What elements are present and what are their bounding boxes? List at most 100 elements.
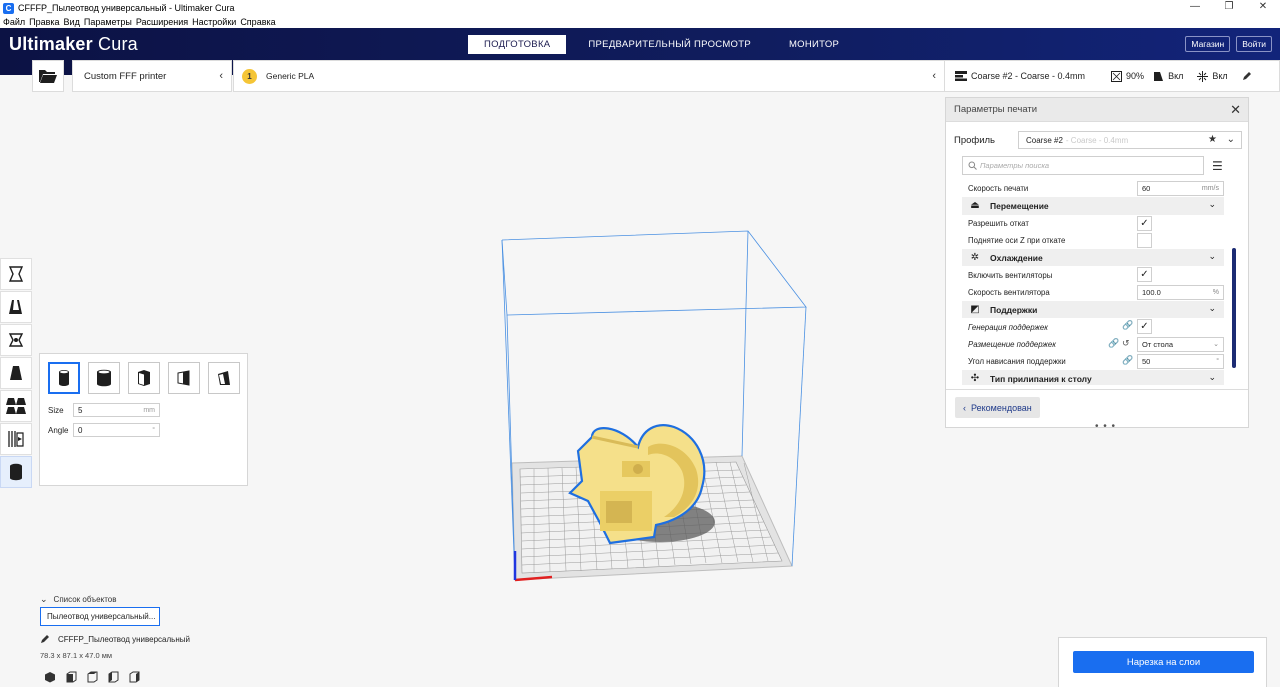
recommended-mode-button[interactable]: ‹ Рекомендован xyxy=(955,397,1040,418)
cylinder-shape-button[interactable] xyxy=(48,362,80,394)
scale-tool-button[interactable] xyxy=(0,291,32,323)
material-selector[interactable]: 1 Generic PLA ‹ xyxy=(233,60,945,92)
rotate-tool-button[interactable] xyxy=(0,324,32,356)
mirror-tool-button[interactable] xyxy=(0,357,32,389)
pencil-icon[interactable] xyxy=(40,634,50,644)
size-input[interactable]: 5 mm xyxy=(73,403,160,417)
cube-icon xyxy=(138,370,150,386)
view-left-button[interactable] xyxy=(103,670,123,684)
z-hop-checkbox[interactable] xyxy=(1137,232,1152,248)
cylinder-icon xyxy=(10,463,22,481)
profile-layers-icon xyxy=(955,71,967,81)
support-gen-checkbox[interactable]: ✓ xyxy=(1137,319,1152,335)
chevron-down-icon: ⌄ xyxy=(40,594,48,604)
3d-viewport[interactable] xyxy=(460,225,820,595)
retraction-checkbox[interactable]: ✓ xyxy=(1137,215,1152,231)
material-name: Generic PLA xyxy=(266,71,315,81)
profile-label: Профиль xyxy=(954,134,996,146)
fan-speed-input[interactable]: 100.0% xyxy=(1137,284,1224,300)
menu-settings[interactable]: Параметры xyxy=(84,17,132,27)
support-placement-dropdown[interactable]: От стола ⌄ xyxy=(1137,336,1224,352)
angle-input[interactable]: 0 ° xyxy=(73,423,160,437)
move-icon xyxy=(8,266,24,282)
setting-support-placement: Размещение поддержек 🔗 ↺ От стола ⌄ xyxy=(962,336,1224,353)
settings-search-row: Параметры поиска ☰ xyxy=(962,156,1223,175)
category-adhesion[interactable]: ✣ Тип прилипания к столу ⌄ xyxy=(962,370,1224,385)
cube-shape-button[interactable] xyxy=(128,362,160,394)
slanted-shape-button[interactable] xyxy=(208,362,240,394)
chevron-left-icon: ‹ xyxy=(963,402,966,413)
settings-search-input[interactable]: Параметры поиска xyxy=(962,156,1204,175)
category-travel[interactable]: ⏏ Перемещение ⌄ xyxy=(962,197,1224,215)
setting-z-hop: Поднятие оси Z при откате xyxy=(962,232,1224,249)
signin-button[interactable]: Войти xyxy=(1236,36,1272,52)
wedge-icon xyxy=(177,370,190,386)
tab-prepare[interactable]: ПОДГОТОВКА xyxy=(468,35,567,54)
slanted-box-icon xyxy=(218,371,230,385)
view-right-button[interactable] xyxy=(124,670,144,684)
close-icon[interactable]: ✕ xyxy=(1230,102,1241,118)
move-tool-button[interactable] xyxy=(0,258,32,290)
cube-top-icon xyxy=(87,671,98,683)
star-icon[interactable]: ★ xyxy=(1208,134,1217,145)
object-list-toggle[interactable]: ⌄ Список объектов xyxy=(40,594,116,605)
support-blocker-button[interactable] xyxy=(0,456,32,488)
link-icon: 🔗 xyxy=(1108,337,1120,348)
menu-help[interactable]: Справка xyxy=(240,17,275,27)
wedge-shape-button[interactable] xyxy=(168,362,200,394)
tab-monitor[interactable]: МОНИТОР xyxy=(773,35,855,54)
settings-visibility-menu-icon[interactable]: ☰ xyxy=(1212,159,1223,173)
minimize-button[interactable]: — xyxy=(1178,0,1212,16)
category-support[interactable]: ◩ Поддержки ⌄ xyxy=(962,301,1224,319)
menu-preferences[interactable]: Настройки xyxy=(192,17,236,27)
profile-row: Профиль Coarse #2 - Coarse - 0.4mm ★ ⌄ xyxy=(954,131,1242,149)
fans-checkbox[interactable]: ✓ xyxy=(1137,267,1152,283)
adhesion-icon xyxy=(1197,70,1209,82)
chevron-left-icon: ‹ xyxy=(932,70,936,82)
setting-support-generation: Генерация поддержек 🔗 ✓ xyxy=(962,318,1224,335)
open-file-button[interactable] xyxy=(32,60,64,92)
slice-button[interactable]: Нарезка на слои xyxy=(1073,651,1254,673)
support-icon: ◩ xyxy=(970,304,980,316)
chevron-down-icon: ⌄ xyxy=(1213,341,1219,349)
link-icon: 🔗 xyxy=(1122,354,1134,365)
cube-front-icon xyxy=(66,671,77,683)
per-model-settings-button[interactable] xyxy=(0,390,32,422)
view-top-button[interactable] xyxy=(82,670,102,684)
setting-retraction: Разрешить откат ✓ xyxy=(962,215,1224,232)
category-cooling[interactable]: ✲ Охлаждение ⌄ xyxy=(962,249,1224,267)
menu-file[interactable]: Файл xyxy=(3,17,25,27)
close-window-button[interactable]: ✕ xyxy=(1246,0,1280,16)
printer-selector[interactable]: Custom FFF printer ‹ xyxy=(72,60,232,92)
rounded-cylinder-icon xyxy=(97,369,111,387)
view-front-button[interactable] xyxy=(61,670,81,684)
profile-subtitle: - Coarse - 0.4mm xyxy=(1065,135,1129,145)
view-3d-button[interactable] xyxy=(40,670,60,684)
object-list-item[interactable]: Пылеотвод универсальный... xyxy=(40,607,160,626)
menu-edit[interactable]: Правка xyxy=(29,17,59,27)
support-angle-input[interactable]: 50 ° xyxy=(1137,353,1224,369)
fan-icon: ✲ xyxy=(970,252,980,264)
print-setup-selector[interactable]: Coarse #2 - Coarse - 0.4mm 90% Вкл Вкл xyxy=(944,60,1280,92)
mirror-icon xyxy=(10,366,22,380)
search-icon xyxy=(968,161,977,170)
object-dimensions: 78.3 x 87.1 x 47.0 мм xyxy=(40,651,113,660)
title-bar: C CFFFP_Пылеотвод универсальный - Ultima… xyxy=(0,0,1280,16)
tab-preview[interactable]: ПРЕДВАРИТЕЛЬНЫЙ ПРОСМОТР xyxy=(572,35,767,54)
restore-button[interactable]: ❐ xyxy=(1212,0,1246,16)
profile-dropdown[interactable]: Coarse #2 - Coarse - 0.4mm ★ ⌄ xyxy=(1018,131,1242,149)
adhesion-value: Вкл xyxy=(1212,71,1228,81)
menu-view[interactable]: Вид xyxy=(64,17,80,27)
support-value: Вкл xyxy=(1168,71,1184,81)
marketplace-button[interactable]: Магазин xyxy=(1185,36,1231,52)
support-eraser-button[interactable] xyxy=(0,423,32,455)
panel-resize-handle[interactable]: • • • xyxy=(1095,421,1116,432)
chevron-down-icon: ⌄ xyxy=(1208,303,1216,314)
shape-options xyxy=(48,362,248,394)
menu-extensions[interactable]: Расширения xyxy=(136,17,188,27)
settings-scrollbar[interactable] xyxy=(1232,248,1236,368)
rounded-cylinder-button[interactable] xyxy=(88,362,120,394)
reset-icon[interactable]: ↺ xyxy=(1122,338,1130,349)
pencil-icon[interactable] xyxy=(1242,71,1251,81)
print-speed-input[interactable]: 60 mm/s xyxy=(1137,181,1224,196)
